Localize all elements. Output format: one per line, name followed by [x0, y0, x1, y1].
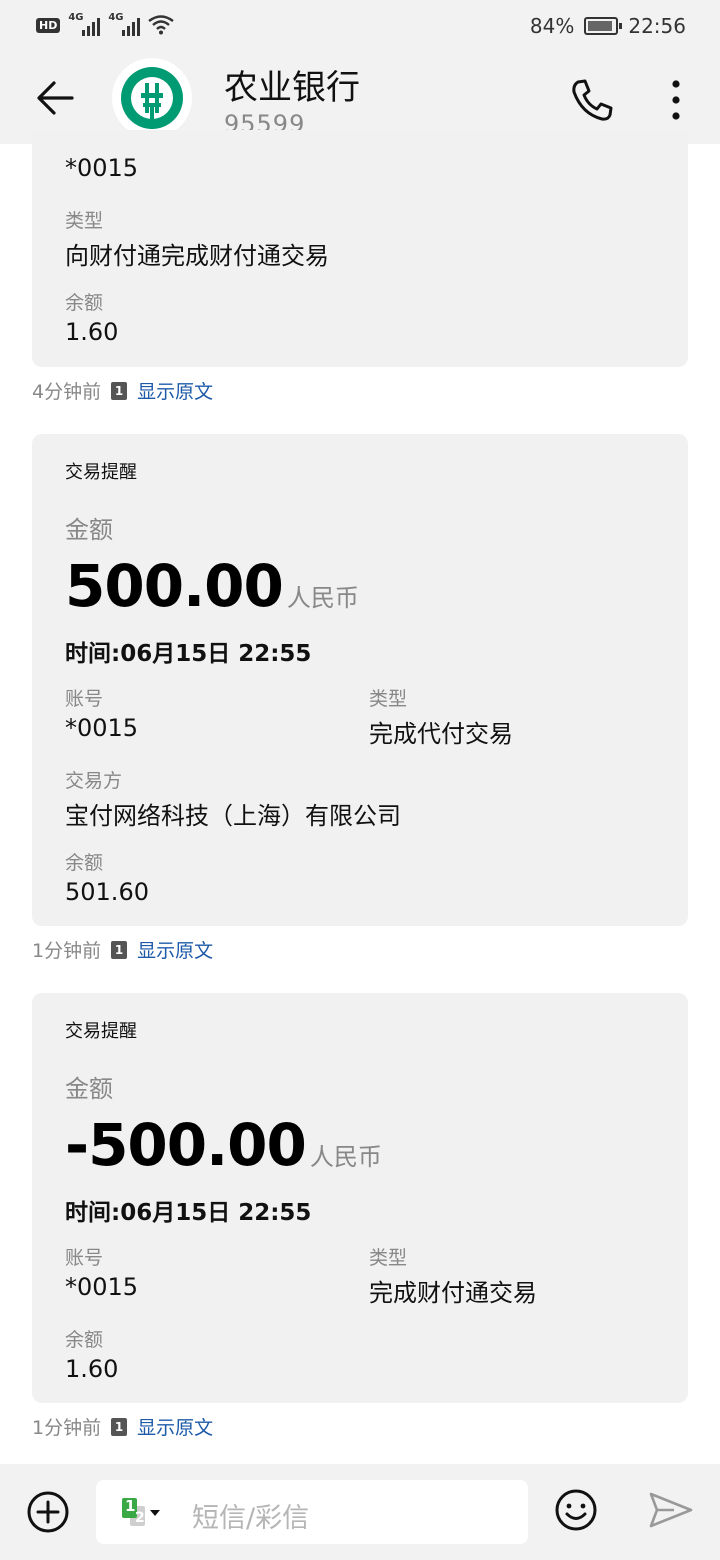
show-original-link[interactable]: 显示原文 [137, 377, 213, 404]
balance-label: 余额 [65, 1329, 104, 1351]
message-time-ago: 1分钟前 [32, 940, 102, 962]
amount-label: 金额 [65, 1075, 113, 1103]
message-time-ago: 4分钟前 [32, 381, 102, 403]
status-right: 84% 22:56 [530, 14, 686, 38]
sim-secondary-number: 2 [135, 1510, 145, 1526]
add-attachment-icon[interactable] [26, 1490, 70, 1534]
message-bubble-2[interactable]: 交易提醒 金额 500.00 人民币 时间:06月15日 22:55 账号 *00… [32, 434, 688, 926]
message-meta-2: 1分钟前 1 显示原文 [32, 936, 213, 963]
amount-value: -500.00 [65, 1111, 307, 1179]
battery-percent: 84% [529, 14, 575, 38]
balance-label: 余额 [65, 292, 104, 314]
abc-bank-logo-icon [121, 67, 183, 129]
type-label: 类型 [65, 210, 104, 232]
sim-selector[interactable]: 1 2 [120, 1496, 160, 1530]
wifi-icon [148, 15, 175, 35]
type-value: 完成代付交易 [369, 720, 513, 748]
contact-name: 农业银行 [224, 68, 360, 108]
type-value: 完成财付通交易 [369, 1279, 537, 1307]
emoji-icon[interactable] [554, 1488, 598, 1532]
party-value: 宝付网络科技（上海）有限公司 [65, 802, 401, 830]
sim-primary-number: 1 [125, 1497, 136, 1515]
show-original-link[interactable]: 显示原文 [137, 1413, 213, 1440]
amount-row: 500.00 人民币 [65, 552, 359, 620]
balance-value: 1.60 [65, 1355, 119, 1383]
sim-card-icon: 1 [111, 381, 128, 400]
card-heading: 交易提醒 [65, 462, 137, 483]
battery-icon [584, 17, 623, 35]
balance-value: 501.60 [65, 878, 149, 906]
amount-value: 500.00 [65, 552, 284, 620]
account-label: 账号 [65, 1247, 104, 1269]
amount-label: 金额 [65, 516, 113, 544]
bank-logo-avatar[interactable] [112, 58, 192, 138]
currency-label: 人民币 [309, 1143, 382, 1171]
phone-call-icon[interactable] [568, 76, 616, 124]
signal-icon-2: 4G [108, 12, 141, 36]
balance-value: 1.60 [65, 318, 119, 346]
type-label: 类型 [369, 1247, 408, 1269]
message-time-ago: 1分钟前 [32, 1417, 102, 1439]
account-value: *0015 [65, 714, 139, 742]
status-left: HD 4G 4G [36, 12, 175, 36]
party-label: 交易方 [65, 770, 123, 792]
network-type-2: 4G [108, 12, 124, 23]
network-type-1: 4G [68, 12, 84, 23]
transaction-time: 时间:06月15日 22:55 [65, 641, 312, 667]
balance-label: 余额 [65, 852, 104, 874]
transaction-time: 时间:06月15日 22:55 [65, 1200, 312, 1226]
sim-card-icon: 1 [111, 940, 128, 959]
message-bubble-3[interactable]: 交易提醒 金额 -500.00 人民币 时间:06月15日 22:55 账号 *0… [32, 993, 688, 1403]
status-bar: HD 4G 4G 84% 22:56 [0, 0, 720, 52]
message-input[interactable]: 1 2 短信/彩信 [96, 1480, 528, 1544]
more-options-icon[interactable] [662, 76, 690, 124]
back-arrow-icon[interactable] [30, 72, 82, 124]
signal-icon-1: 4G [68, 12, 101, 36]
type-label: 类型 [369, 688, 408, 710]
currency-label: 人民币 [286, 584, 359, 612]
message-bubble-1[interactable]: *0015 类型 向财付通完成财付通交易 余额 1.60 [32, 130, 688, 367]
type-value: 向财付通完成财付通交易 [65, 242, 329, 270]
clock: 22:56 [628, 14, 686, 38]
show-original-link[interactable]: 显示原文 [137, 936, 213, 963]
send-icon[interactable] [648, 1490, 694, 1530]
sim-card-icon: 1 [111, 1417, 128, 1436]
composer-bar: 1 2 短信/彩信 [0, 1464, 720, 1560]
account-value: *0015 [65, 1273, 139, 1301]
card-heading: 交易提醒 [65, 1021, 137, 1042]
account-value: *0015 [65, 154, 139, 182]
amount-row: -500.00 人民币 [65, 1111, 382, 1179]
account-label: 账号 [65, 688, 104, 710]
message-meta-3: 1分钟前 1 显示原文 [32, 1413, 213, 1440]
hd-indicator: HD [36, 17, 61, 33]
input-placeholder: 短信/彩信 [192, 1503, 310, 1534]
message-meta-1: 4分钟前 1 显示原文 [32, 377, 213, 404]
